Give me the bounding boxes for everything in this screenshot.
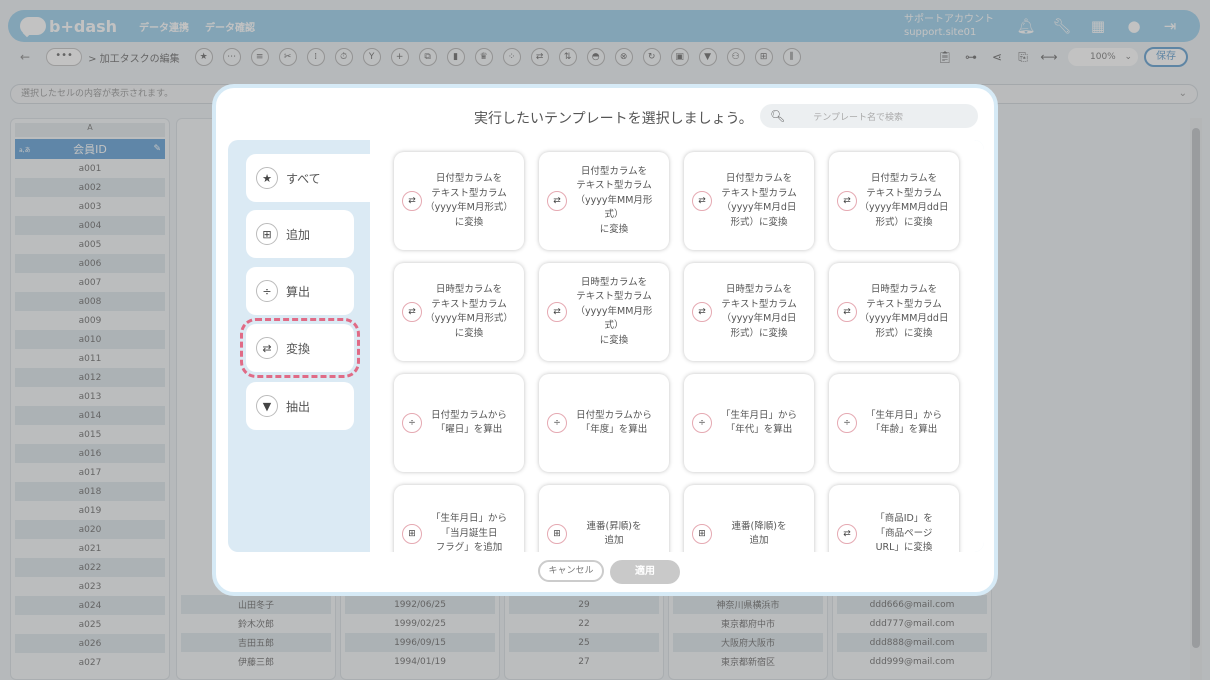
template-card-label: 日付型カラムから 「曜日」を算出	[431, 409, 507, 436]
category-add[interactable]: ⊞ 追加	[246, 210, 354, 258]
star-icon: ★	[256, 167, 278, 189]
convert-icon: ⇄	[402, 191, 422, 211]
template-card[interactable]: ⇄ 「商品ID」を 「商品ページ URL」に変換	[829, 485, 959, 552]
calc-icon: ÷	[692, 413, 712, 433]
convert-icon: ⇄	[692, 191, 712, 211]
template-card-label: 「生年月日」から 「年代」を算出	[720, 409, 797, 436]
template-card[interactable]: ⇄ 日付型カラムを テキスト型カラム （yyyy年M月形式） に変換	[394, 152, 524, 250]
plus-square-icon: ⊞	[256, 223, 278, 245]
template-card-label: 日時型カラムを テキスト型カラム （yyyy年M月d日 形式）に変換	[721, 284, 797, 339]
convert-icon: ⇄	[837, 302, 857, 322]
template-card-label: 日時型カラムを テキスト型カラム （yyyy年M月形式） に変換	[425, 284, 513, 339]
template-card-label: 日付型カラムから 「年度」を算出	[576, 409, 652, 436]
template-panel: ⇄ 日付型カラムを テキスト型カラム （yyyy年M月形式） に変換 ⇄ 日付型カラム…	[228, 140, 984, 552]
convert-icon: ⇄	[837, 191, 857, 211]
template-card[interactable]: ÷ 「生年月日」から 「年齢」を算出	[829, 374, 959, 472]
template-search-input[interactable]: 🔍︎ テンプレート名で検索	[760, 104, 978, 128]
convert-icon: ⇄	[256, 337, 278, 359]
category-extract[interactable]: ▼ 抽出	[246, 382, 354, 430]
cancel-button[interactable]: キャンセル	[538, 560, 604, 582]
template-card[interactable]: ⊞ 連番(降順)を 追加	[684, 485, 814, 552]
calc-icon: ÷	[837, 413, 857, 433]
convert-icon: ⇄	[402, 302, 422, 322]
template-card[interactable]: ⇄ 日付型カラムを テキスト型カラム （yyyy年M月d日 形式）に変換	[684, 152, 814, 250]
template-card-label: 日付型カラムを テキスト型カラム （yyyy年M月d日 形式）に変換	[721, 173, 797, 228]
template-card-label: 日時型カラムを テキスト型カラム （yyyy年MM月dd日 形式）に変換	[859, 284, 949, 339]
convert-icon: ⇄	[547, 191, 567, 211]
template-card[interactable]: ⇄ 日時型カラムを テキスト型カラム （yyyy年MM月dd日 形式）に変換	[829, 263, 959, 361]
template-card-label: 日付型カラムを テキスト型カラム （yyyy年MM月形式） に変換	[575, 165, 653, 235]
template-card[interactable]: ⇄ 日付型カラムを テキスト型カラム （yyyy年MM月dd日 形式）に変換	[829, 152, 959, 250]
template-card[interactable]: ÷ 日付型カラムから 「年度」を算出	[539, 374, 669, 472]
template-card[interactable]: ⇄ 日時型カラムを テキスト型カラム （yyyy年M月d日 形式）に変換	[684, 263, 814, 361]
template-card-label: 「生年月日」から 「年齢」を算出	[865, 409, 942, 436]
template-card-label: 連番(昇順)を 追加	[586, 520, 642, 547]
category-all[interactable]: ★ すべて	[246, 154, 370, 202]
template-card[interactable]: ⊞ 「生年月日」から 「当月誕生日 フラグ」を追加	[394, 485, 524, 552]
template-card-label: 日時型カラムを テキスト型カラム （yyyy年MM月形式） に変換	[575, 276, 653, 346]
add-icon: ⊞	[692, 524, 712, 544]
template-card-list: ⇄ 日付型カラムを テキスト型カラム （yyyy年M月形式） に変換 ⇄ 日付型カラム…	[370, 140, 984, 552]
template-card-label: 連番(降順)を 追加	[731, 520, 787, 547]
template-select-modal: 実行したいテンプレートを選択しましょう。 🔍︎ テンプレート名で検索 ⇄ 日付型カラ…	[212, 84, 998, 596]
calc-icon: ÷	[402, 413, 422, 433]
calculator-icon: ÷	[256, 280, 278, 302]
calc-icon: ÷	[547, 413, 567, 433]
add-icon: ⊞	[547, 524, 567, 544]
template-card[interactable]: ÷ 「生年月日」から 「年代」を算出	[684, 374, 814, 472]
template-card[interactable]: ⇄ 日付型カラムを テキスト型カラム （yyyy年MM月形式） に変換	[539, 152, 669, 250]
apply-button[interactable]: 適用	[610, 560, 680, 584]
template-card-label: 「商品ID」を 「商品ページ URL」に変換	[875, 513, 933, 552]
filter-icon: ▼	[256, 395, 278, 417]
convert-icon: ⇄	[547, 302, 567, 322]
modal-title: 実行したいテンプレートを選択しましょう。	[474, 111, 753, 127]
convert-icon: ⇄	[837, 524, 857, 544]
template-card-label: 日付型カラムを テキスト型カラム （yyyy年M月形式） に変換	[425, 173, 513, 228]
template-card[interactable]: ⇄ 日時型カラムを テキスト型カラム （yyyy年MM月形式） に変換	[539, 263, 669, 361]
category-calc[interactable]: ÷ 算出	[246, 267, 354, 315]
template-card[interactable]: ÷ 日付型カラムから 「曜日」を算出	[394, 374, 524, 472]
add-icon: ⊞	[402, 524, 422, 544]
template-card-label: 「生年月日」から 「当月誕生日 フラグ」を追加	[430, 513, 507, 552]
category-convert[interactable]: ⇄ 変換	[240, 318, 360, 378]
template-card[interactable]: ⊞ 連番(昇順)を 追加	[539, 485, 669, 552]
convert-icon: ⇄	[692, 302, 712, 322]
template-card[interactable]: ⇄ 日時型カラムを テキスト型カラム （yyyy年M月形式） に変換	[394, 263, 524, 361]
template-card-label: 日付型カラムを テキスト型カラム （yyyy年MM月dd日 形式）に変換	[859, 173, 949, 228]
search-icon: 🔍︎	[770, 109, 786, 123]
